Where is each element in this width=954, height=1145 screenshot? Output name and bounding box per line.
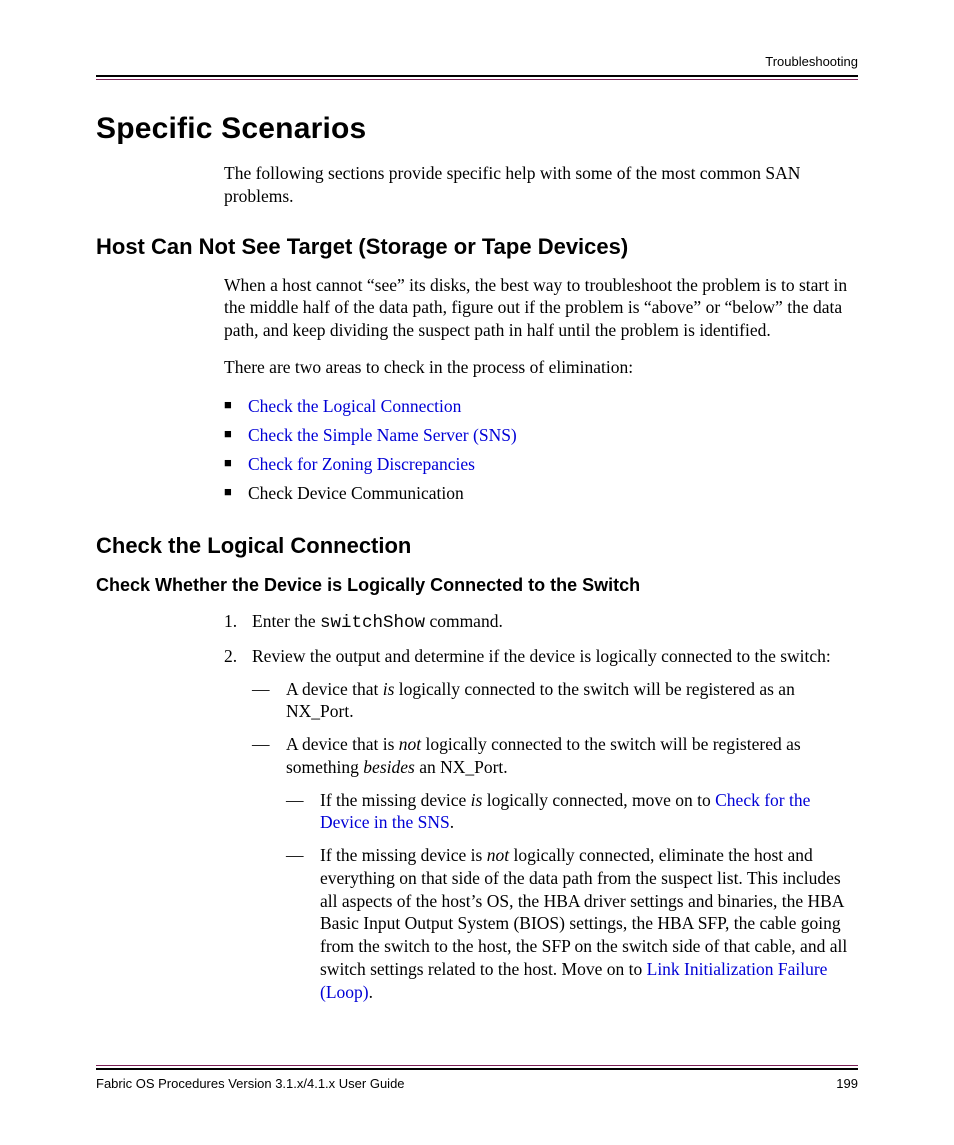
check-logical-title: Check the Logical Connection <box>96 533 858 559</box>
list-item: Check the Logical Connection <box>224 393 858 420</box>
d1-em: is <box>383 679 395 699</box>
n1-post: . <box>450 812 454 832</box>
n2-pre: If the missing device is <box>320 845 487 865</box>
d2-pre: A device that is <box>286 734 399 754</box>
host-p1: When a host cannot “see” its disks, the … <box>224 274 858 342</box>
dash-item: If the missing device is logically conne… <box>286 789 858 835</box>
n1-mid: logically connected, move on to <box>482 790 715 810</box>
footer-rule-thin <box>96 1065 858 1066</box>
host-section-title: Host Can Not See Target (Storage or Tape… <box>96 234 858 260</box>
page-footer: Fabric OS Procedures Version 3.1.x/4.1.x… <box>96 1065 858 1091</box>
n1-pre: If the missing device <box>320 790 471 810</box>
host-bullet-list: Check the Logical Connection Check the S… <box>224 393 858 508</box>
host-p2: There are two areas to check in the proc… <box>224 356 858 379</box>
dash-item: If the missing device is not logically c… <box>286 844 858 1003</box>
n2-em: not <box>487 845 509 865</box>
dash-item: A device that is not logically connected… <box>252 733 858 1003</box>
chapter-label: Troubleshooting <box>96 54 858 69</box>
list-item: Check Device Communication <box>224 480 858 507</box>
step1-post: command. <box>425 611 503 631</box>
step2-text: Review the output and determine if the d… <box>252 646 831 666</box>
n1-em: is <box>471 790 483 810</box>
d2-post: an NX_Port. <box>415 757 508 777</box>
header-rule-thin <box>96 79 858 80</box>
d2-em2: besides <box>363 757 415 777</box>
header-rule-wide <box>96 75 858 77</box>
step1-pre: Enter the <box>252 611 320 631</box>
link-check-logical[interactable]: Check the Logical Connection <box>248 396 461 416</box>
section-intro: The following sections provide specific … <box>224 162 858 208</box>
list-item: Check the Simple Name Server (SNS) <box>224 422 858 449</box>
list-item: Check for Zoning Discrepancies <box>224 451 858 478</box>
dash-list-level2: If the missing device is logically conne… <box>286 789 858 1004</box>
steps-list: Enter the switchShow command. Review the… <box>224 610 858 1003</box>
footer-page-num: 199 <box>836 1076 858 1091</box>
n2-post: . <box>369 982 373 1002</box>
footer-rule-wide <box>96 1068 858 1070</box>
link-check-sns[interactable]: Check the Simple Name Server (SNS) <box>248 425 517 445</box>
d1-pre: A device that <box>286 679 383 699</box>
check-logical-sub: Check Whether the Device is Logically Co… <box>96 575 858 596</box>
step-2: Review the output and determine if the d… <box>224 645 858 1004</box>
item-text: Check Device Communication <box>248 483 464 503</box>
dash-list-level1: A device that is logically connected to … <box>252 678 858 1004</box>
d2-em: not <box>399 734 421 754</box>
link-check-zoning[interactable]: Check for Zoning Discrepancies <box>248 454 475 474</box>
dash-item: A device that is logically connected to … <box>252 678 858 724</box>
step-1: Enter the switchShow command. <box>224 610 858 635</box>
section-title: Specific Scenarios <box>96 112 858 146</box>
step1-cmd: switchShow <box>320 613 425 633</box>
footer-left: Fabric OS Procedures Version 3.1.x/4.1.x… <box>96 1076 405 1091</box>
